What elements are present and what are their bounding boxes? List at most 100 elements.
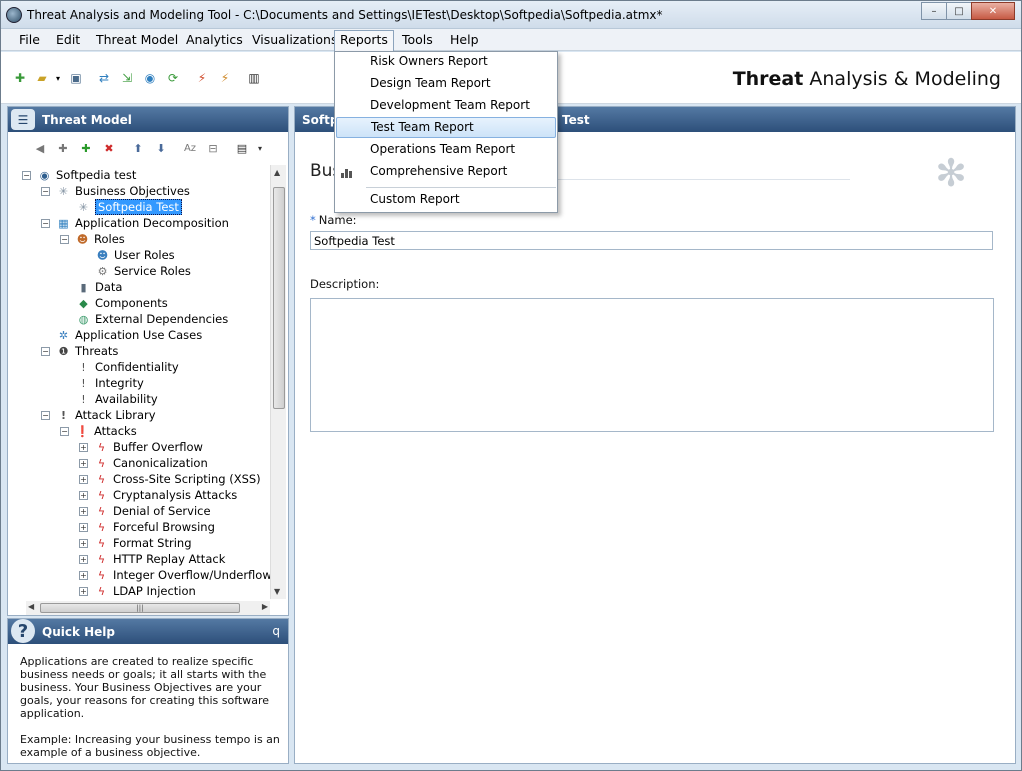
view-options-dropdown-icon[interactable]: ▾ <box>252 140 268 156</box>
tree-node-attack[interactable]: + ϟ Forceful Browsing <box>79 519 215 535</box>
app-icon[interactable] <box>6 7 22 23</box>
collapse-toggle-icon[interactable]: − <box>41 410 50 420</box>
collapse-toggle-icon[interactable]: − <box>60 426 69 436</box>
add-child-icon[interactable]: ✚ <box>78 140 94 156</box>
menu-edit[interactable]: Edit <box>56 32 80 47</box>
expand-toggle-icon[interactable]: + <box>79 586 88 596</box>
expand-toggle-icon[interactable]: + <box>79 474 88 484</box>
expand-toggle-icon[interactable]: + <box>79 490 88 500</box>
reports-dropdown-menu: Risk Owners Report Design Team Report De… <box>334 51 558 213</box>
description-field[interactable] <box>310 298 994 432</box>
scroll-up-arrow-icon[interactable]: ▲ <box>274 168 280 177</box>
menu-analytics[interactable]: Analytics <box>186 32 243 47</box>
tree-hscroll-thumb[interactable]: ||| <box>40 603 240 613</box>
expand-toggle-icon[interactable]: + <box>79 458 88 468</box>
expand-toggle-icon[interactable]: + <box>79 506 88 516</box>
tree-node-attack[interactable]: + ϟ Format String <box>79 535 192 551</box>
collapse-toggle-icon[interactable]: − <box>41 346 50 356</box>
globe-icon[interactable]: ◉ <box>141 69 159 87</box>
menu-visualizations[interactable]: Visualizations <box>252 32 337 47</box>
tree-vertical-scrollbar[interactable]: ▲ ▼ <box>270 165 286 599</box>
maximize-button[interactable]: □ <box>946 2 972 20</box>
close-button[interactable]: ✕ <box>971 2 1015 20</box>
tree-node-attack[interactable]: + ϟ Denial of Service <box>79 503 211 519</box>
collapse-toggle-icon[interactable]: − <box>41 218 50 228</box>
scroll-down-arrow-icon[interactable]: ▼ <box>274 587 280 596</box>
tree-node-attack[interactable]: + ϟ Integer Overflow/Underflow <box>79 567 270 583</box>
minimize-button[interactable]: – <box>921 2 947 20</box>
menu-item-operations-team-report[interactable]: Operations Team Report <box>336 140 556 161</box>
tree-node-attack[interactable]: + ϟ Canonicalization <box>79 455 208 471</box>
move-up-icon[interactable]: ⬆ <box>130 140 146 156</box>
open-folder-icon[interactable]: ▰ <box>33 69 51 87</box>
back-icon[interactable]: ◀ <box>32 140 48 156</box>
collapse-toggle-icon[interactable]: − <box>60 234 69 244</box>
tree-node-user-roles[interactable]: ☻ User Roles <box>95 247 175 263</box>
view-options-icon[interactable]: ▤ <box>234 140 250 156</box>
menu-file[interactable]: File <box>19 32 40 47</box>
tree-node-integrity[interactable]: ! Integrity <box>76 375 144 391</box>
tree-node-attack[interactable]: + ϟ Cryptanalysis Attacks <box>79 487 237 503</box>
tam-logo-icon: ◉ <box>39 168 50 182</box>
tree-node-root[interactable]: − ◉ Softpedia test <box>22 167 136 183</box>
scroll-left-arrow-icon[interactable]: ◀ <box>28 602 34 611</box>
open-dropdown-arrow-icon[interactable]: ▾ <box>53 69 63 87</box>
tree-node-availability[interactable]: ! Availability <box>76 391 157 407</box>
import-icon[interactable]: ⇄ <box>95 69 113 87</box>
menu-tools[interactable]: Tools <box>402 32 433 47</box>
menu-help[interactable]: Help <box>450 32 479 47</box>
new-icon[interactable]: ✚ <box>11 69 29 87</box>
tree-node-attack[interactable]: + ϟ Buffer Overflow <box>79 439 203 455</box>
tree-node-threats[interactable]: − ❶ Threats <box>41 343 118 359</box>
expand-toggle-icon[interactable]: + <box>79 442 88 452</box>
tree-node-service-roles[interactable]: ⚙ Service Roles <box>95 263 191 279</box>
expand-toggle-icon[interactable]: + <box>79 570 88 580</box>
tree-node-label: Attacks <box>94 424 137 438</box>
expand-toggle-icon[interactable]: + <box>79 554 88 564</box>
menu-item-test-team-report[interactable]: Test Team Report <box>336 117 556 138</box>
menu-item-comprehensive-report[interactable]: Comprehensive Report <box>336 162 556 183</box>
collapse-toggle-icon[interactable]: − <box>41 186 50 196</box>
tree-node-attacks[interactable]: − ❗ Attacks <box>60 423 137 439</box>
tree-node-components[interactable]: ◆ Components <box>76 295 168 311</box>
name-field[interactable] <box>310 231 993 250</box>
tree-node-roles[interactable]: − ☻ Roles <box>60 231 125 247</box>
tree-node-confidentiality[interactable]: ! Confidentiality <box>76 359 178 375</box>
collapse-toggle-icon[interactable]: − <box>22 170 31 180</box>
attack-generate-icon[interactable]: ⚡ <box>193 69 211 87</box>
sort-az-icon[interactable]: Az <box>182 140 198 156</box>
menu-item-risk-owners-report[interactable]: Risk Owners Report <box>336 52 556 73</box>
expand-toggle-icon[interactable]: + <box>79 522 88 532</box>
scroll-right-arrow-icon[interactable]: ▶ <box>262 602 268 611</box>
tree-node-attack-library[interactable]: − ! Attack Library <box>41 407 156 423</box>
tree-horizontal-scrollbar[interactable]: ◀ ||| ▶ <box>26 601 270 615</box>
move-down-icon[interactable]: ⬇ <box>153 140 169 156</box>
menu-threat-model[interactable]: Threat Model <box>96 32 178 47</box>
export-icon[interactable]: ⇲ <box>118 69 136 87</box>
lightning-icon: ϟ <box>97 504 106 518</box>
tree-node-attack[interactable]: + ϟ LDAP Injection <box>79 583 196 599</box>
menu-item-design-team-report[interactable]: Design Team Report <box>336 74 556 95</box>
chart-icon[interactable]: ▥ <box>245 69 263 87</box>
attack-analyze-icon[interactable]: ⚡ <box>216 69 234 87</box>
menu-reports[interactable]: Reports <box>334 30 394 51</box>
delete-icon[interactable]: ✖ <box>101 140 117 156</box>
tree-scroll-thumb[interactable] <box>273 187 285 409</box>
tree-node-attack[interactable]: + ϟ Cross-Site Scripting (XSS) <box>79 471 261 487</box>
tree-node-softpedia-test[interactable]: ✳ Softpedia Test <box>76 199 182 215</box>
collapse-all-icon[interactable]: ⊟ <box>205 140 221 156</box>
tree-node-app-decomposition[interactable]: − ▦ Application Decomposition <box>41 215 229 231</box>
tree-node-app-use-cases[interactable]: ✲ Application Use Cases <box>56 327 202 343</box>
refresh-icon[interactable]: ⟳ <box>164 69 182 87</box>
menu-item-development-team-report[interactable]: Development Team Report <box>336 96 556 117</box>
expand-toggle-icon[interactable]: + <box>79 538 88 548</box>
save-icon[interactable]: ▣ <box>67 69 85 87</box>
add-icon[interactable]: ✚ <box>55 140 71 156</box>
tree-node-business-objectives[interactable]: − ✳ Business Objectives <box>41 183 190 199</box>
quick-help-collapse-button[interactable]: q <box>272 624 280 638</box>
menu-item-custom-report[interactable]: Custom Report <box>336 190 556 211</box>
tree-node-label: LDAP Injection <box>113 584 196 598</box>
tree-node-external-dependencies[interactable]: ◍ External Dependencies <box>76 311 229 327</box>
tree-node-data[interactable]: ▮ Data <box>76 279 122 295</box>
tree-node-attack[interactable]: + ϟ HTTP Replay Attack <box>79 551 225 567</box>
